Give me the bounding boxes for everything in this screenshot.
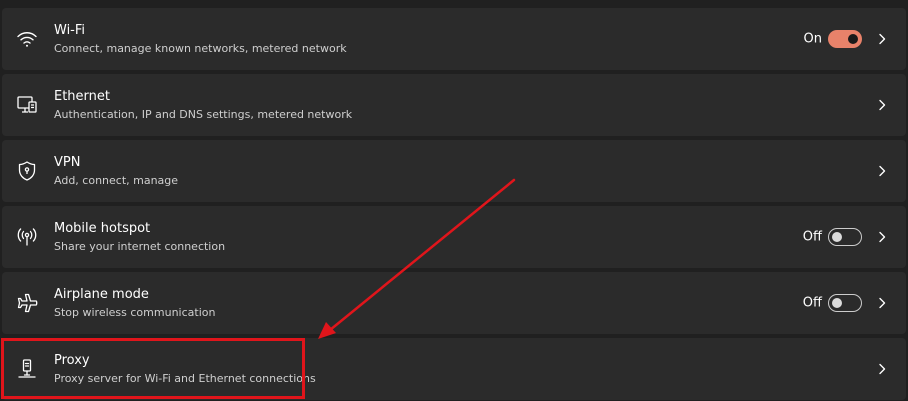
chevron-right-icon[interactable] [876,296,888,310]
ethernet-row[interactable]: Ethernet Authentication, IP and DNS sett… [2,74,906,136]
network-settings-page: Wi-Fi Connect, manage known networks, me… [0,0,908,401]
hotspot-icon [16,226,38,248]
wifi-toggle[interactable] [828,30,862,48]
hotspot-title: Mobile hotspot [54,221,151,236]
hotspot-state-label: Off [802,229,822,245]
shield-icon [16,160,38,182]
chevron-right-icon[interactable] [876,362,888,376]
proxy-row[interactable]: Proxy Proxy server for Wi-Fi and Etherne… [2,338,906,400]
airplane-icon [16,292,38,314]
airplane-subtitle: Stop wireless communication [54,306,216,319]
wifi-row[interactable]: Wi-Fi Connect, manage known networks, me… [2,8,906,70]
wifi-title: Wi-Fi [54,23,86,38]
wifi-state-label: On [803,31,822,47]
ethernet-subtitle: Authentication, IP and DNS settings, met… [54,108,353,121]
chevron-right-icon[interactable] [876,98,888,112]
ethernet-title: Ethernet [54,89,110,104]
proxy-icon [16,358,38,380]
toggle-knob [832,297,842,308]
vpn-subtitle: Add, connect, manage [54,174,179,187]
hotspot-subtitle: Share your internet connection [54,240,226,253]
proxy-title: Proxy [54,353,90,368]
wifi-icon [16,28,38,50]
hotspot-toggle[interactable] [828,228,862,246]
mobile-hotspot-row[interactable]: Mobile hotspot Share your internet conne… [2,206,906,268]
proxy-subtitle: Proxy server for Wi-Fi and Ethernet conn… [54,372,316,385]
chevron-right-icon[interactable] [876,164,888,178]
airplane-state-label: Off [802,295,822,311]
toggle-knob [832,231,842,242]
wifi-subtitle: Connect, manage known networks, metered … [54,42,347,55]
chevron-right-icon[interactable] [876,32,888,46]
ethernet-icon [16,94,38,116]
airplane-title: Airplane mode [54,287,149,302]
vpn-title: VPN [54,155,81,170]
airplane-toggle[interactable] [828,294,862,312]
airplane-mode-row[interactable]: Airplane mode Stop wireless communicatio… [2,272,906,334]
vpn-row[interactable]: VPN Add, connect, manage [2,140,906,202]
chevron-right-icon[interactable] [876,230,888,244]
toggle-knob [848,34,858,44]
